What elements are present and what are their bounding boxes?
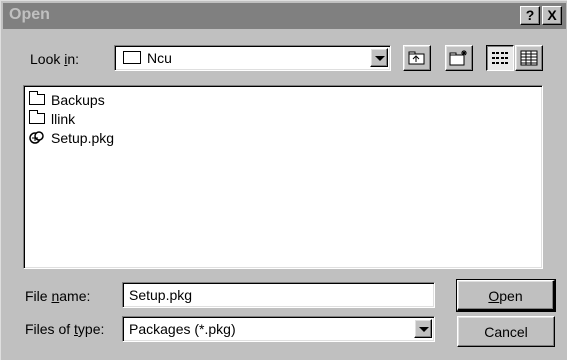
up-one-level-button[interactable] [403,45,431,71]
file-name-input[interactable]: Setup.pkg [122,282,435,308]
details-view-icon [520,50,538,66]
new-folder-icon [449,50,467,66]
folder-icon [29,91,45,105]
details-view-button[interactable] [515,45,543,71]
chevron-down-icon [375,56,385,61]
look-in-dropdown-button[interactable] [370,48,388,67]
create-new-folder-button[interactable] [445,45,473,71]
up-folder-icon [408,51,425,65]
look-in-label: Look in: [30,51,80,67]
files-of-type-label: Files of type: [25,321,105,337]
file-list[interactable]: Backups llink Setup.pkg [23,85,543,269]
chevron-down-icon [419,327,429,332]
file-name-label: File name: [25,288,91,304]
look-in-value: Ncu [147,50,172,66]
open-button[interactable]: Open [456,279,556,312]
help-icon: ? [525,7,535,23]
cancel-button[interactable]: Cancel [457,316,555,347]
package-icon [29,131,44,144]
folder-open-icon [123,51,141,64]
close-icon: X [547,7,557,23]
list-view-button[interactable] [486,45,514,71]
folder-icon [29,110,45,124]
look-in-dropdown[interactable]: Ncu [114,45,391,71]
file-name-value: Setup.pkg [129,287,193,303]
help-button[interactable]: ? [520,6,540,25]
files-of-type-dropdown-button[interactable] [414,319,432,338]
window-title: Open [9,6,50,23]
files-of-type-value: Packages (*.pkg) [129,321,236,337]
title-bar[interactable]: Open ? X [3,3,566,29]
open-dialog: Open ? X Look in: Ncu Backups llink Setu… [0,0,567,360]
files-of-type-dropdown[interactable]: Packages (*.pkg) [122,316,435,342]
list-view-icon [492,52,508,64]
close-button[interactable]: X [542,6,562,25]
